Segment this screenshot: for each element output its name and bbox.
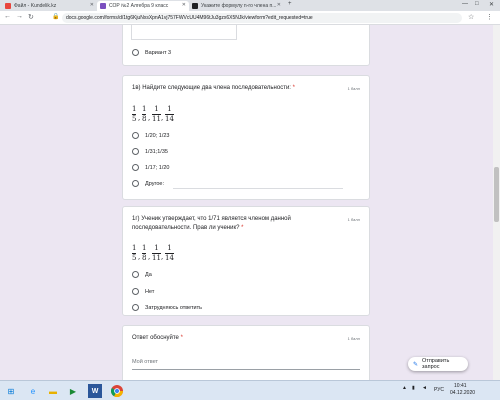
question-title: 1в) Найдите следующие два члена последов… <box>132 85 295 91</box>
option-label: 1/31;1/35 <box>145 149 168 155</box>
option-label: Нет <box>145 289 155 295</box>
back-icon[interactable]: ← <box>4 13 11 20</box>
sequence-term-1: 15 <box>132 105 137 123</box>
question-title: Ответ обоснуйте * <box>132 335 183 341</box>
points-label: 1 балл <box>347 336 360 341</box>
comma: , <box>138 114 141 122</box>
points-label: 1 балл <box>347 86 360 91</box>
comma: , <box>138 253 141 261</box>
clock-date[interactable]: 04.12.2020 <box>450 390 475 396</box>
radio-option-other[interactable] <box>132 180 139 187</box>
radio-option-2[interactable] <box>132 148 139 155</box>
radio-option-unsure[interactable] <box>132 304 139 311</box>
taskbar: ⊞ e ▬ ▶ W ▲ ▮ ◄ РУС 10:41 04.12.2020 <box>0 380 500 400</box>
word-icon[interactable]: W <box>88 384 102 398</box>
tab-label: Файл - Kundelik.kz <box>14 3 57 9</box>
page-favicon-icon <box>192 3 198 9</box>
tab-bar: Файл - Kundelik.kz ✕ СОР №2 Алгебра 9 кл… <box>0 0 500 11</box>
option-label: Вариант 3 <box>145 50 172 56</box>
maximize-icon[interactable]: □ <box>475 1 479 7</box>
start-icon[interactable]: ⊞ <box>4 384 18 398</box>
previous-question-card: Вариант 3 <box>122 25 370 66</box>
comma: , <box>148 114 151 122</box>
reload-icon[interactable]: ↻ <box>28 13 34 21</box>
tab-label: Укажите формулу n-го члена п... <box>201 3 277 9</box>
answer-input[interactable] <box>132 369 360 370</box>
browser-tab-answer[interactable]: Укажите формулу n-го члена п... ✕ <box>189 1 284 11</box>
google-forms-favicon-icon <box>100 3 106 9</box>
clock-time[interactable]: 10:41 <box>454 383 467 389</box>
option-label-other: Другое: <box>145 181 165 187</box>
close-window-icon[interactable]: ✕ <box>489 1 494 8</box>
form-content: Вариант 3 1 балл 1в) Найдите следующие д… <box>0 25 500 380</box>
edit-request-icon: ✎ <box>413 361 419 368</box>
sequence-term-3: 1 11 <box>152 244 161 262</box>
kundelik-favicon-icon <box>5 3 11 9</box>
sequence-term-2: 18 <box>142 244 147 262</box>
star-icon[interactable]: ☆ <box>468 13 474 21</box>
browser-tab-forms[interactable]: СОР №2 Алгебра 9 класс ✕ <box>97 1 189 11</box>
comma: , <box>148 253 151 261</box>
close-tab-icon[interactable]: ✕ <box>182 2 186 8</box>
required-mark: * <box>180 335 183 341</box>
required-mark: * <box>292 85 295 91</box>
other-text-input[interactable] <box>173 188 343 189</box>
sequence-term-2: 18 <box>142 105 147 123</box>
browser-tab-kundelik[interactable]: Файл - Kundelik.kz ✕ <box>2 1 97 11</box>
forward-icon[interactable]: → <box>16 13 23 20</box>
radio-option-yes[interactable] <box>132 271 139 278</box>
tab-label: СОР №2 Алгебра 9 класс <box>109 3 169 9</box>
radio-option-3[interactable] <box>132 164 139 171</box>
tray-chevron-icon[interactable]: ▲ <box>402 385 407 391</box>
sequence-term-4: 1 14 <box>165 244 174 262</box>
comma: , <box>161 114 164 122</box>
sequence-term-4: 1 14 <box>165 105 174 123</box>
option-label: 1/17; 1/20 <box>145 165 170 171</box>
chrome-icon[interactable] <box>110 384 124 398</box>
new-tab-icon[interactable]: + <box>288 1 292 7</box>
volume-icon[interactable]: ◄ <box>422 385 427 391</box>
address-bar: ← → ↻ 🔒 docs.google.com/forms/d/1tg6KjuN… <box>0 11 500 25</box>
radio-option-1[interactable] <box>132 132 139 139</box>
option-label: Да <box>145 272 152 278</box>
question-title: 1г) Ученик утверждает, что 1/71 является… <box>132 216 291 231</box>
ie-icon[interactable]: e <box>26 384 40 398</box>
required-mark: * <box>241 225 244 231</box>
points-label: 1 балл <box>347 217 360 222</box>
media-icon[interactable]: ▶ <box>66 384 80 398</box>
option-label: Затрудняюсь ответить <box>145 305 203 311</box>
folder-icon[interactable]: ▬ <box>46 384 60 398</box>
sequence-term-1: 15 <box>132 244 137 262</box>
question-card-1g: 1 балл 1г) Ученик утверждает, что 1/71 я… <box>122 206 370 316</box>
lock-icon: 🔒 <box>52 14 60 20</box>
scrollbar-thumb[interactable] <box>494 167 499 222</box>
radio-option[interactable] <box>132 49 139 56</box>
close-tab-icon[interactable]: ✕ <box>90 2 94 8</box>
radio-option-no[interactable] <box>132 288 139 295</box>
option-label: 1/20; 1/23 <box>145 133 170 139</box>
language-indicator[interactable]: РУС <box>434 387 444 393</box>
menu-icon[interactable]: ⋮ <box>486 13 493 21</box>
close-tab-icon[interactable]: ✕ <box>277 2 281 8</box>
sequence-term-3: 1 11 <box>152 105 161 123</box>
question-card-justify: 1 балл Ответ обоснуйте * Мой ответ <box>122 325 370 380</box>
network-icon[interactable]: ▮ <box>412 385 415 391</box>
comma: , <box>161 253 164 261</box>
send-request-button[interactable]: ✎ Отправить запрос <box>408 357 468 371</box>
answer-placeholder[interactable]: Мой ответ <box>132 359 158 365</box>
scrollbar[interactable] <box>493 25 500 380</box>
question-card-1v: 1 балл 1в) Найдите следующие два члена п… <box>122 75 370 200</box>
minimize-icon[interactable]: — <box>462 1 468 7</box>
previous-image-box <box>131 25 237 40</box>
url-field[interactable]: docs.google.com/forms/d/1tg6KjuNxsXpnA1v… <box>62 13 462 23</box>
